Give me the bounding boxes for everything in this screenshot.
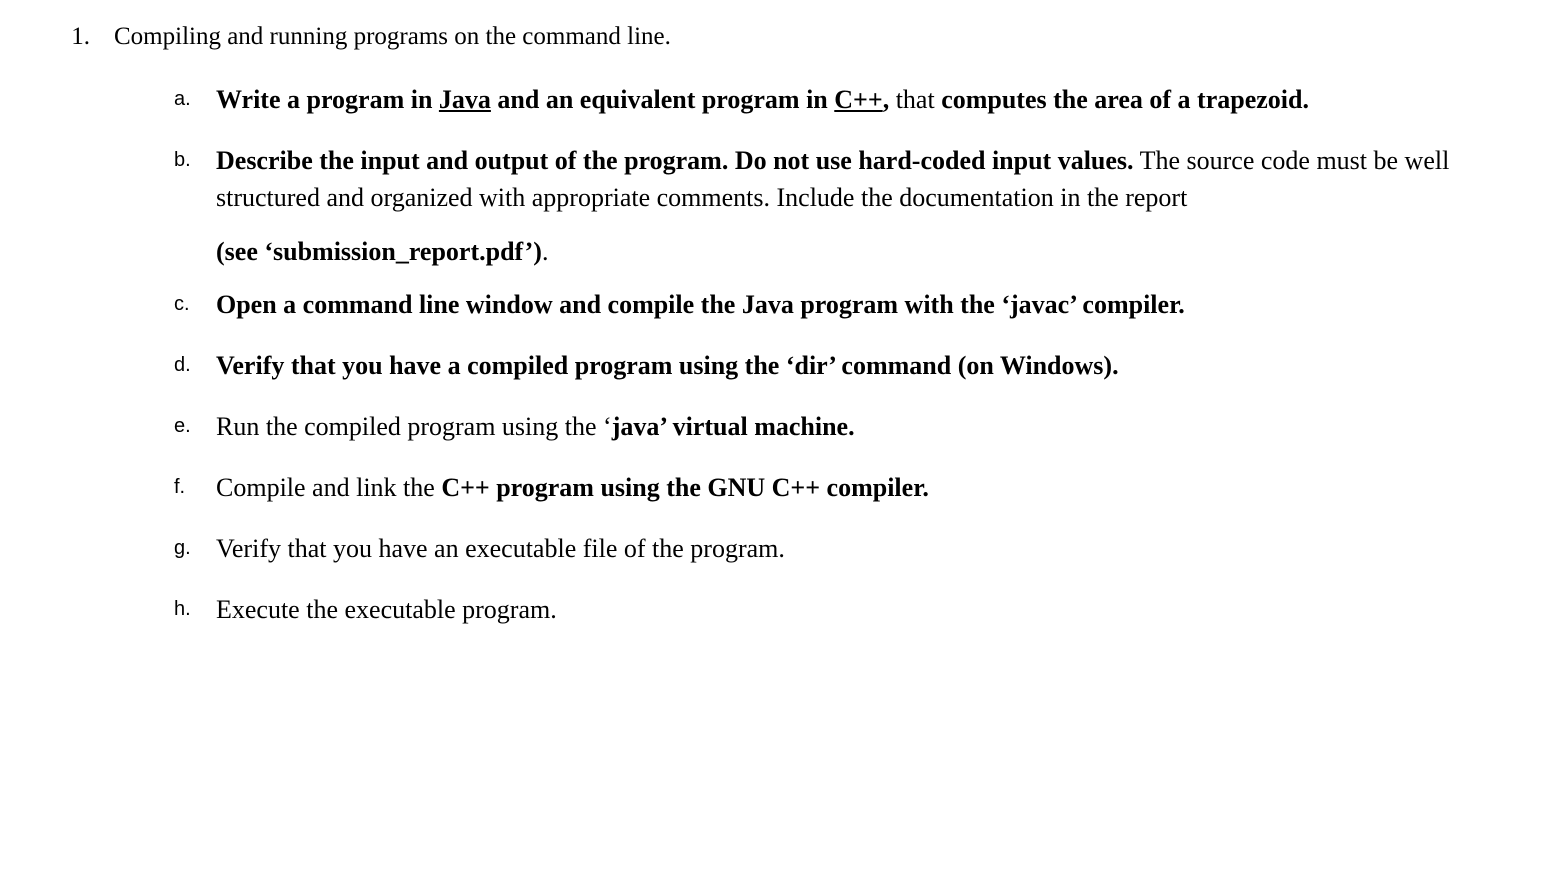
sub-marker-e: e. [174,409,196,446]
text-a-java: Java [439,85,491,114]
sub-content-e: Run the compiled program using the ‘java… [216,409,1496,446]
sub-item-f: f. Compile and link the C++ program usin… [174,470,1496,507]
sub-item-d: d. Verify that you have a compiled progr… [174,348,1496,385]
text-f-1: Compile and link the [216,473,441,502]
numbered-list: 1. Compiling and running programs on the… [60,20,1496,653]
sub-list: a. Write a program in Java and an equiva… [114,82,1496,629]
text-e-2: java’ virtual machine. [612,412,855,441]
text-b-dot: . [542,237,549,266]
sub-marker-c: c. [174,287,196,324]
main-title: Compiling and running programs on the co… [114,23,671,50]
text-d-1: Verify that you have a compiled program … [216,351,1119,380]
text-a-cpp: C++ [834,85,882,114]
sub-item-e: e. Run the compiled program using the ‘j… [174,409,1496,446]
sub-item-h: h. Execute the executable program. [174,592,1496,629]
text-e-1: Run the compiled program using the ‘ [216,412,612,441]
text-a-2: and an equivalent program in [491,85,834,114]
list-content-1: Compiling and running programs on the co… [114,20,1496,653]
text-b-3: (see ‘submission_report.pdf’) [216,237,542,266]
sub-marker-d: d. [174,348,196,385]
sub-content-g: Verify that you have an executable file … [216,531,1496,568]
text-b-break: (see ‘submission_report.pdf’). [216,234,1496,271]
sub-content-b: Describe the input and output of the pro… [216,143,1496,272]
sub-content-d: Verify that you have a compiled program … [216,348,1496,385]
sub-content-h: Execute the executable program. [216,592,1496,629]
sub-item-c: c. Open a command line window and compil… [174,287,1496,324]
sub-marker-a: a. [174,82,196,119]
sub-marker-b: b. [174,143,196,272]
sub-item-a: a. Write a program in Java and an equiva… [174,82,1496,119]
text-b-1: Describe the input and output of the pro… [216,146,1134,175]
sub-marker-f: f. [174,470,196,507]
sub-content-f: Compile and link the C++ program using t… [216,470,1496,507]
sub-marker-h: h. [174,592,196,629]
text-c-1: Open a command line window and compile t… [216,290,1185,319]
sub-item-b: b. Describe the input and output of the … [174,143,1496,272]
sub-content-c: Open a command line window and compile t… [216,287,1496,324]
list-item-1: 1. Compiling and running programs on the… [60,20,1496,653]
text-a-4: computes the area of a trapezoid. [941,85,1309,114]
text-a-1: Write a program in [216,85,439,114]
list-marker-1: 1. [60,20,90,653]
text-h-1: Execute the executable program. [216,595,557,624]
sub-marker-g: g. [174,531,196,568]
text-g-1: Verify that you have an executable file … [216,534,785,563]
text-a-3: that [889,85,941,114]
text-f-2: C++ program using the GNU C++ compiler. [441,473,929,502]
sub-item-g: g. Verify that you have an executable fi… [174,531,1496,568]
sub-content-a: Write a program in Java and an equivalen… [216,82,1496,119]
